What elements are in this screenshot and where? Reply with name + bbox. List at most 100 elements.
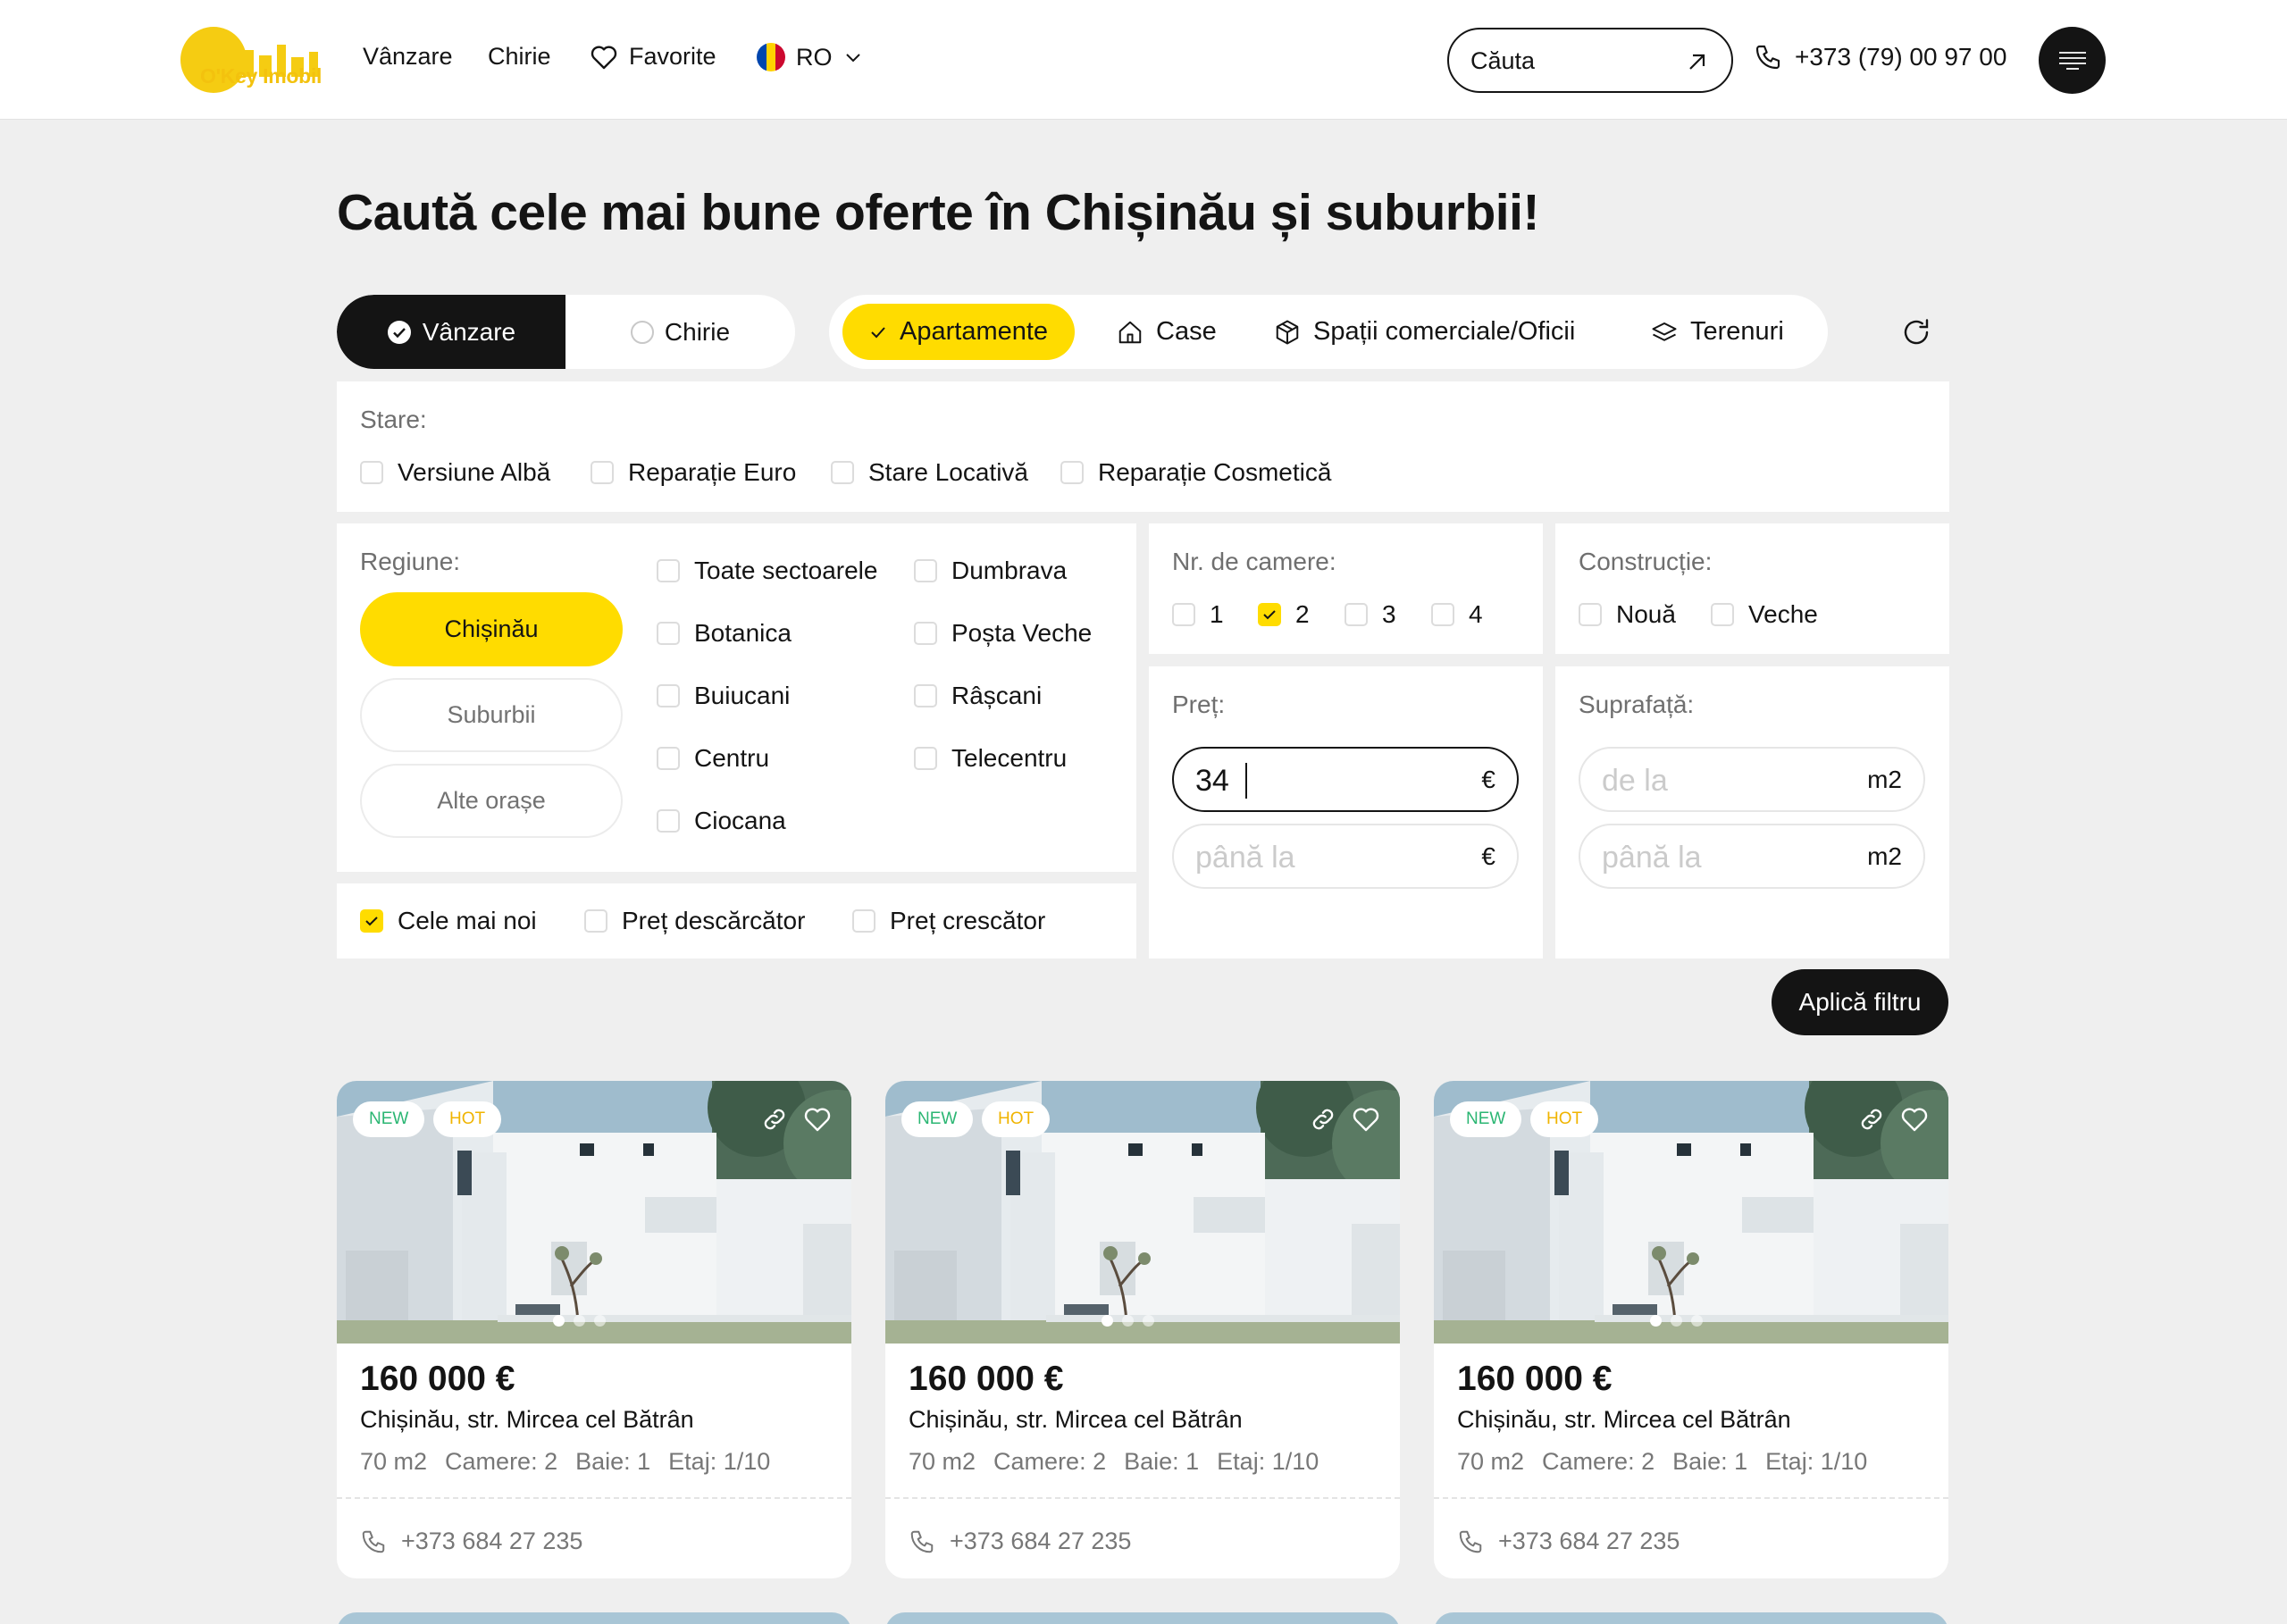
carousel-dot[interactable]: [1650, 1315, 1662, 1327]
share-link-button[interactable]: [1305, 1101, 1341, 1137]
listing-photo[interactable]: NEW HOT: [885, 1081, 1400, 1344]
favorite-button[interactable]: [1897, 1101, 1932, 1137]
reset-filters-button[interactable]: [1894, 310, 1939, 355]
nav-chirie[interactable]: Chirie: [488, 43, 551, 71]
nav-vanzare[interactable]: Vânzare: [363, 43, 453, 71]
sector-centru-label: Centru: [694, 744, 770, 772]
share-link-button[interactable]: [757, 1101, 792, 1137]
photo-carousel-dots[interactable]: [1102, 1315, 1154, 1327]
carousel-dot[interactable]: [553, 1315, 565, 1327]
favorite-button[interactable]: [800, 1101, 835, 1137]
area-from-input[interactable]: [1602, 763, 1825, 799]
heart-icon: [804, 1108, 831, 1132]
deal-type-toggle: Vânzare Chirie: [337, 295, 795, 369]
deal-option-chirie-label: Chirie: [664, 317, 731, 346]
arrow-up-right-icon[interactable]: [1685, 49, 1710, 74]
carousel-dot[interactable]: [1143, 1315, 1154, 1327]
photo-carousel-dots[interactable]: [1650, 1315, 1703, 1327]
price-label: Preț:: [1172, 691, 1226, 718]
listing-photo[interactable]: NEW HOT: [337, 1081, 851, 1344]
region-pill-suburbii[interactable]: Suburbii: [360, 678, 623, 752]
checkbox-icon: [584, 909, 607, 933]
sector-posta-veche[interactable]: Poșta Veche: [914, 619, 1092, 648]
region-pill-chisinau[interactable]: Chișinău: [360, 592, 623, 666]
language-selector[interactable]: RO: [757, 43, 863, 71]
check-icon: [871, 326, 885, 338]
sort-pret-crescator[interactable]: Preț crescător: [852, 907, 1045, 935]
listing-phone[interactable]: +373 684 27 235: [360, 1528, 582, 1555]
condition-reparatie-cosmetica[interactable]: Reparație Cosmetică: [1060, 458, 1331, 487]
house-icon: [1118, 321, 1142, 343]
rooms-2[interactable]: 2: [1258, 600, 1310, 629]
carousel-dot[interactable]: [574, 1315, 585, 1327]
sector-botanica-label: Botanica: [694, 619, 792, 647]
sort-pret-descarcator[interactable]: Preț descărcător: [584, 907, 805, 935]
sector-toate[interactable]: Toate sectoarele: [657, 557, 877, 585]
listing-card[interactable]: NEW HOT 160 000 € Chișinău, str. Mircea …: [885, 1081, 1400, 1578]
checkbox-icon: [657, 622, 680, 645]
listing-card[interactable]: NEW HOT 160 000 € Chișinău, str. Mircea …: [337, 1081, 851, 1578]
listing-phone[interactable]: +373 684 27 235: [1457, 1528, 1680, 1555]
area-to-input[interactable]: [1602, 840, 1825, 875]
checkbox-icon: [657, 684, 680, 707]
sector-rascani[interactable]: Râșcani: [914, 682, 1042, 710]
carousel-dot[interactable]: [1102, 1315, 1113, 1327]
carousel-dot[interactable]: [1671, 1315, 1682, 1327]
header-phone-number: +373 (79) 00 97 00: [1795, 43, 2007, 71]
nav-favorite[interactable]: Favorite: [590, 43, 716, 71]
type-apartamente-label: Apartamente: [900, 317, 1049, 346]
rooms-1[interactable]: 1: [1172, 600, 1224, 629]
sector-buiucani[interactable]: Buiucani: [657, 682, 790, 710]
listing-card[interactable]: NEW HOT 160 000 € Chișinău, str. Mircea …: [1434, 1081, 1948, 1578]
spec-bathrooms: Baie: 1: [1672, 1448, 1748, 1475]
checkbox-icon: [1711, 603, 1734, 626]
carousel-dot[interactable]: [594, 1315, 606, 1327]
search-input[interactable]: [1470, 44, 1676, 78]
spec-area: 70 m2: [1457, 1448, 1525, 1475]
carousel-dot[interactable]: [1691, 1315, 1703, 1327]
area-to-field: m2: [1579, 824, 1925, 889]
price-from-input[interactable]: [1195, 763, 1419, 799]
sector-telecentru[interactable]: Telecentru: [914, 744, 1067, 773]
rooms-3[interactable]: 3: [1345, 600, 1396, 629]
condition-stare-locativa[interactable]: Stare Locativă: [831, 458, 1028, 487]
logo[interactable]: O'Key Imobil: [179, 25, 335, 96]
apply-filter-button[interactable]: Aplică filtru: [1772, 969, 1948, 1035]
layers-icon: [1652, 322, 1677, 341]
sector-toate-label: Toate sectoarele: [694, 557, 878, 584]
condition-reparatie-euro-label: Reparație Euro: [628, 458, 797, 486]
type-case[interactable]: Case: [1117, 304, 1217, 360]
share-link-button[interactable]: [1854, 1101, 1889, 1137]
spec-area: 70 m2: [909, 1448, 976, 1475]
deal-option-vanzare[interactable]: Vânzare: [337, 295, 565, 369]
header-phone[interactable]: +373 (79) 00 97 00: [1754, 43, 2006, 71]
sort-cele-mai-noi[interactable]: Cele mai noi: [360, 907, 537, 935]
type-terenuri[interactable]: Terenuri: [1651, 304, 1784, 360]
carousel-dot[interactable]: [1122, 1315, 1134, 1327]
price-to-unit: €: [1481, 842, 1495, 870]
favorite-button[interactable]: [1348, 1101, 1384, 1137]
sector-ciocana[interactable]: Ciocana: [657, 807, 786, 835]
sector-centru[interactable]: Centru: [657, 744, 769, 773]
price-to-input[interactable]: [1195, 840, 1419, 875]
logo-text: O'Key Imobil: [200, 64, 323, 88]
condition-versiune-alba[interactable]: Versiune Albă: [360, 458, 550, 487]
rooms-4[interactable]: 4: [1431, 600, 1483, 629]
construction-veche[interactable]: Veche: [1711, 600, 1818, 629]
listing-price: 160 000 €: [909, 1360, 1064, 1398]
condition-stare-locativa-label: Stare Locativă: [868, 458, 1028, 486]
checkbox-icon: [914, 622, 937, 645]
deal-option-chirie[interactable]: Chirie: [565, 295, 795, 369]
condition-reparatie-euro[interactable]: Reparație Euro: [591, 458, 796, 487]
photo-carousel-dots[interactable]: [553, 1315, 606, 1327]
type-apartamente[interactable]: Apartamente: [842, 304, 1076, 360]
sector-dumbrava[interactable]: Dumbrava: [914, 557, 1067, 585]
menu-button[interactable]: [2039, 27, 2106, 94]
type-spatii-comerciale[interactable]: Spații comerciale/Oficii: [1274, 304, 1575, 360]
region-pill-alte-orase[interactable]: Alte orașe: [360, 764, 623, 838]
listing-phone[interactable]: +373 684 27 235: [909, 1528, 1131, 1555]
badge-hot: HOT: [1530, 1101, 1599, 1137]
listing-photo[interactable]: NEW HOT: [1434, 1081, 1948, 1344]
sector-botanica[interactable]: Botanica: [657, 619, 792, 648]
construction-noua[interactable]: Nouă: [1579, 600, 1676, 629]
